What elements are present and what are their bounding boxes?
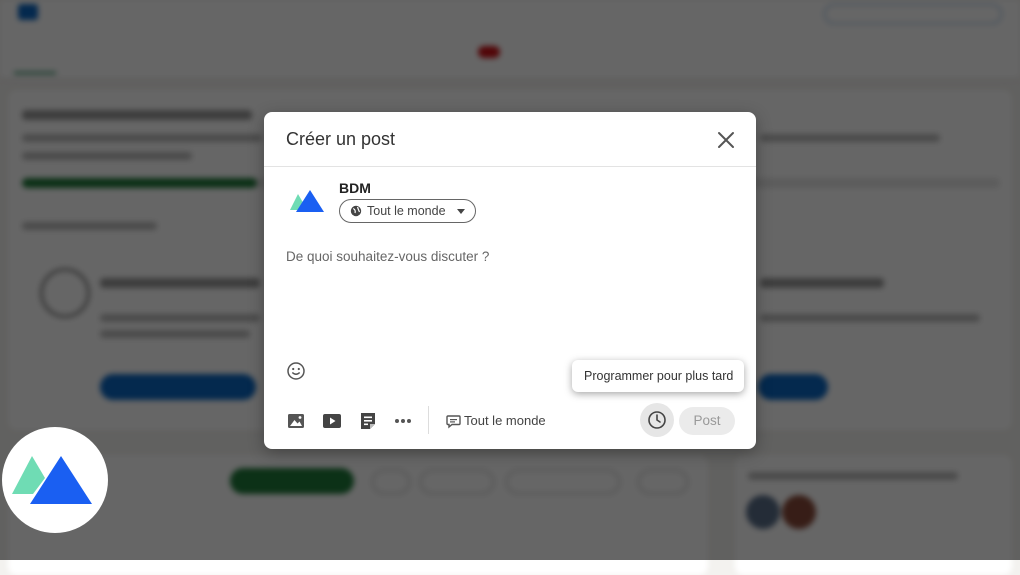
- clock-icon: [648, 411, 666, 429]
- more-icon: [395, 419, 411, 423]
- photo-icon: [288, 414, 304, 428]
- toolbar-divider: [428, 406, 429, 434]
- caret-down-icon: [457, 209, 465, 214]
- document-icon: [361, 413, 375, 429]
- emoji-button[interactable]: [286, 361, 306, 381]
- more-options-button[interactable]: [393, 411, 413, 431]
- globe-icon: [350, 205, 362, 217]
- close-button[interactable]: [714, 128, 738, 152]
- create-post-modal: Créer un post BDM Tout le monde De quoi …: [264, 112, 756, 449]
- emoji-icon: [287, 362, 305, 380]
- post-button[interactable]: Post: [679, 407, 735, 435]
- comment-audience-label: Tout le monde: [464, 413, 546, 428]
- schedule-tooltip: Programmer pour plus tard: [572, 360, 744, 392]
- modal-header: Créer un post: [264, 112, 756, 167]
- add-document-button[interactable]: [358, 411, 378, 431]
- brand-watermark: [2, 427, 108, 533]
- schedule-post-button[interactable]: [640, 403, 674, 437]
- bdm-logo-icon: [290, 190, 324, 212]
- add-video-button[interactable]: [322, 411, 342, 431]
- add-photo-button[interactable]: [286, 411, 306, 431]
- video-icon: [323, 414, 341, 428]
- author-name: BDM: [339, 180, 371, 196]
- audience-label: Tout le monde: [367, 204, 446, 218]
- modal-title: Créer un post: [286, 129, 396, 149]
- close-icon: [718, 132, 734, 148]
- post-text-input[interactable]: De quoi souhaitez-vous discuter ?: [286, 249, 734, 349]
- audience-selector[interactable]: Tout le monde: [339, 199, 476, 223]
- bdm-logo-icon: [12, 456, 92, 504]
- tooltip-text: Programmer pour plus tard: [584, 369, 734, 383]
- comment-icon: [446, 415, 461, 429]
- post-button-label: Post: [693, 413, 721, 428]
